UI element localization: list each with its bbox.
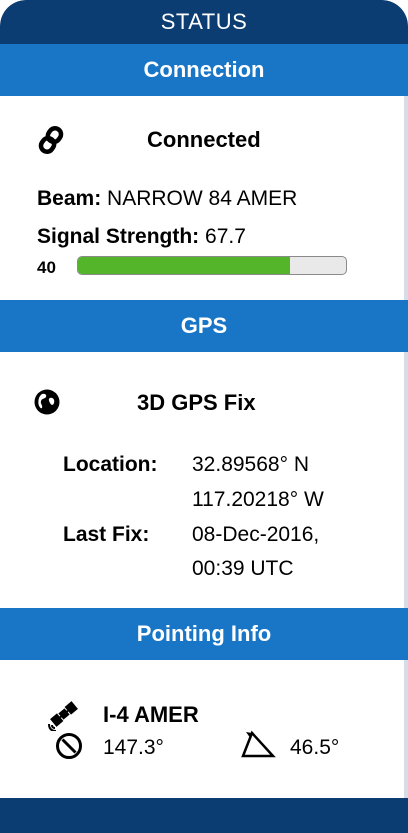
gps-section-header: GPS xyxy=(0,300,408,352)
last-fix-time: 00:39 UTC xyxy=(192,557,294,580)
elevation-value: 46.5° xyxy=(290,736,340,759)
link-icon xyxy=(34,122,68,158)
connection-section-header: Connection xyxy=(0,44,408,96)
location-label: Location: xyxy=(63,453,158,476)
beam-row: Beam: NARROW 84 AMER xyxy=(37,187,297,211)
azimuth-value: 147.3° xyxy=(103,736,164,759)
last-fix-label: Last Fix: xyxy=(63,523,150,546)
signal-strength-row: Signal Strength: 67.7 xyxy=(37,225,246,249)
globe-icon xyxy=(33,388,61,416)
beam-label: Beam: xyxy=(37,187,102,210)
latitude-value: 32.89568° N xyxy=(192,453,309,476)
longitude-value: 117.20218° W xyxy=(192,488,324,511)
connection-panel-edge xyxy=(404,96,408,300)
beam-value: NARROW 84 AMER xyxy=(107,187,298,210)
last-fix-date: 08-Dec-2016, xyxy=(192,523,320,546)
satellite-icon xyxy=(47,697,81,732)
elevation-angle-icon xyxy=(238,728,278,760)
signal-min-label: 40 xyxy=(37,258,56,277)
signal-strength-bar xyxy=(77,256,347,275)
connection-status: Connected xyxy=(147,127,261,152)
status-panel: STATUS Connection Connected Beam: NARROW… xyxy=(0,0,408,833)
status-header: STATUS xyxy=(0,0,408,44)
footer-bar xyxy=(0,798,408,833)
pointing-panel-edge xyxy=(404,660,408,798)
satellite-name: I-4 AMER xyxy=(103,702,199,727)
gps-panel-edge xyxy=(404,352,408,608)
signal-strength-value: 67.7 xyxy=(205,225,246,248)
compass-icon xyxy=(54,731,84,761)
pointing-section-header: Pointing Info xyxy=(0,608,408,660)
signal-strength-fill xyxy=(78,257,290,274)
signal-strength-label: Signal Strength: xyxy=(37,225,200,248)
gps-fix-status: 3D GPS Fix xyxy=(137,390,256,415)
